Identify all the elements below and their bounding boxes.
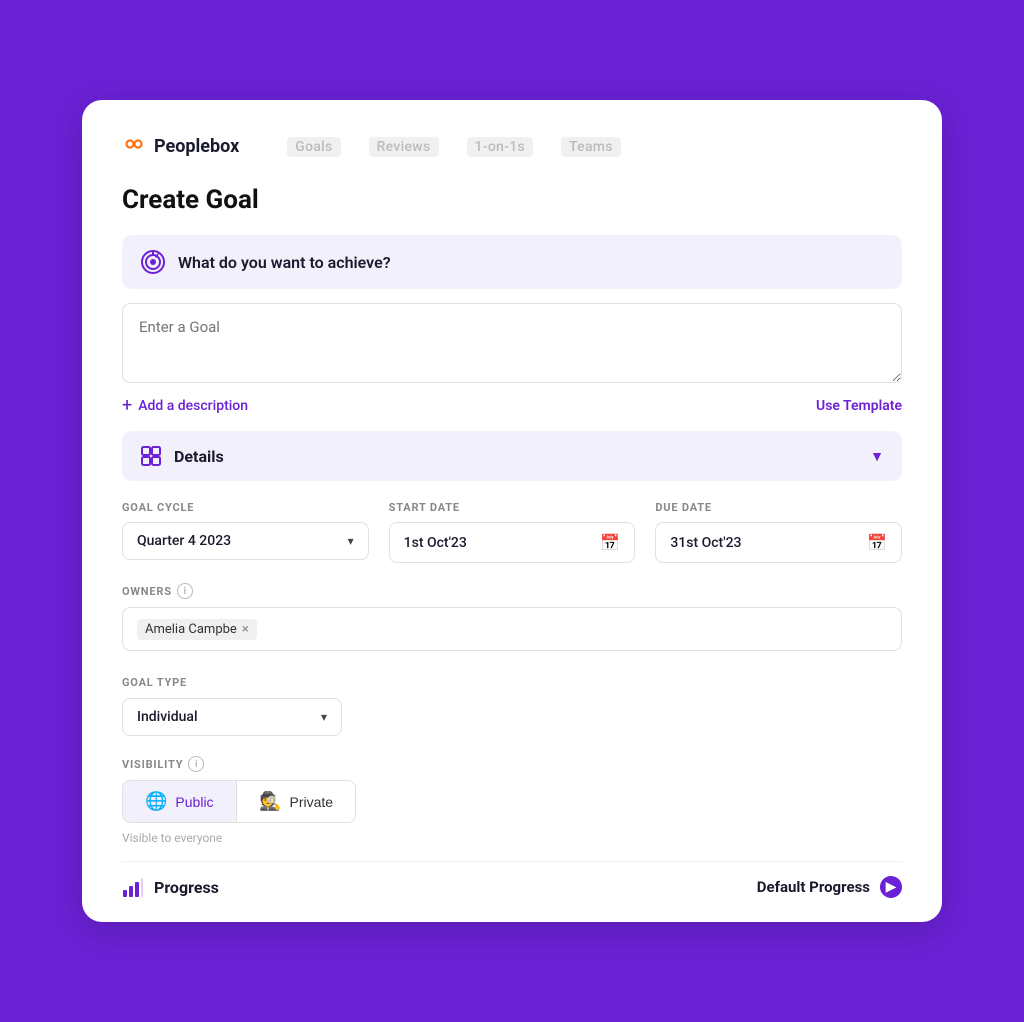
due-date-label: DUE DATE (655, 501, 902, 514)
progress-row: Progress Default Progress ▶ (122, 861, 902, 898)
add-description-label: Add a description (138, 398, 248, 414)
details-chevron-icon: ▼ (870, 448, 884, 465)
nav-reviews[interactable]: Reviews (369, 137, 439, 157)
goal-type-chevron-icon: ▾ (321, 710, 327, 724)
goal-type-row: GOAL TYPE Individual ▾ (122, 671, 902, 736)
top-bar: Peoplebox Goals Reviews 1-on-1s Teams (122, 132, 902, 161)
create-goal-modal: Peoplebox Goals Reviews 1-on-1s Teams Cr… (82, 100, 942, 922)
nav-links: Goals Reviews 1-on-1s Teams (287, 137, 621, 157)
visibility-private-label: Private (289, 794, 333, 810)
goal-cycle-dates-row: GOAL CYCLE Quarter 4 2023 ▾ START DATE 1… (122, 501, 902, 563)
visibility-public-button[interactable]: 🌐 Public (123, 781, 236, 822)
owner-remove-icon[interactable]: × (242, 622, 249, 637)
add-description-button[interactable]: + Add a description (122, 397, 248, 415)
goal-type-label: GOAL TYPE (122, 676, 187, 689)
progress-arrow-icon[interactable]: ▶ (880, 876, 902, 898)
plus-icon: + (122, 397, 132, 415)
page-title: Create Goal (122, 185, 902, 215)
visibility-label: VISIBILITY (122, 758, 183, 771)
logo-icon (122, 132, 146, 161)
nav-one-on-ones[interactable]: 1-on-1s (467, 137, 533, 157)
due-date-calendar-icon: 📅 (867, 533, 887, 552)
nav-goals[interactable]: Goals (287, 137, 340, 157)
action-row: + Add a description Use Template (122, 397, 902, 415)
goal-cycle-select[interactable]: Quarter 4 2023 ▾ (122, 522, 369, 560)
progress-value: Default Progress (757, 878, 870, 896)
start-date-label: START DATE (389, 501, 636, 514)
visibility-hint: Visible to everyone (122, 831, 902, 845)
visibility-public-label: Public (175, 794, 213, 810)
goal-prompt-banner: What do you want to achieve? (122, 235, 902, 289)
due-date-value: 31st Oct'23 (670, 535, 741, 551)
logo: Peoplebox (122, 132, 239, 161)
owners-input[interactable]: Amelia Campbe × (122, 607, 902, 651)
owner-name: Amelia Campbe (145, 622, 237, 637)
owners-label: OWNERS (122, 585, 172, 598)
progress-right: Default Progress ▶ (757, 876, 902, 898)
private-spy-icon: 🕵 (259, 791, 281, 812)
owner-tag: Amelia Campbe × (137, 619, 257, 640)
goal-cycle-group: GOAL CYCLE Quarter 4 2023 ▾ (122, 501, 369, 560)
logo-text: Peoplebox (154, 136, 239, 157)
start-date-calendar-icon: 📅 (600, 533, 620, 552)
progress-bar-icon (122, 876, 144, 898)
goal-prompt-text: What do you want to achieve? (178, 253, 391, 272)
visibility-options: 🌐 Public 🕵 Private (122, 780, 356, 823)
due-date-group: DUE DATE 31st Oct'23 📅 (655, 501, 902, 563)
details-label: Details (174, 447, 224, 466)
use-template-button[interactable]: Use Template (816, 398, 902, 414)
details-left: Details (140, 445, 224, 467)
nav-teams[interactable]: Teams (561, 137, 621, 157)
goal-type-select[interactable]: Individual ▾ (122, 698, 342, 736)
goal-type-value: Individual (137, 709, 198, 725)
visibility-row: VISIBILITY i 🌐 Public 🕵 Private (122, 756, 902, 823)
due-date-input[interactable]: 31st Oct'23 📅 (655, 522, 902, 563)
start-date-input[interactable]: 1st Oct'23 📅 (389, 522, 636, 563)
details-icon (140, 445, 162, 467)
owners-info-icon: i (177, 583, 193, 599)
visibility-private-button[interactable]: 🕵 Private (237, 781, 355, 822)
progress-left: Progress (122, 876, 219, 898)
goal-cycle-value: Quarter 4 2023 (137, 533, 231, 549)
start-date-group: START DATE 1st Oct'23 📅 (389, 501, 636, 563)
goal-cycle-label: GOAL CYCLE (122, 501, 369, 514)
details-section[interactable]: Details ▼ (122, 431, 902, 481)
goal-prompt-icon (140, 249, 166, 275)
start-date-value: 1st Oct'23 (404, 535, 467, 551)
goal-cycle-chevron-icon: ▾ (348, 534, 354, 548)
public-globe-icon: 🌐 (145, 791, 167, 812)
progress-label: Progress (154, 878, 219, 897)
owners-row: OWNERS i Amelia Campbe × (122, 583, 902, 651)
visibility-info-icon: i (188, 756, 204, 772)
goal-input[interactable] (122, 303, 902, 383)
